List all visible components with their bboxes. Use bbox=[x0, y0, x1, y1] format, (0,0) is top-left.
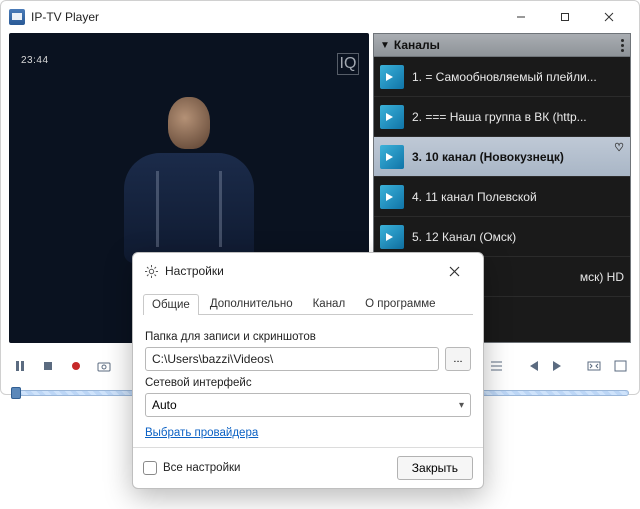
channels-header-label: Каналы bbox=[394, 38, 440, 52]
channel-item-selected[interactable]: 3. 10 канал (Новокузнецк) ♡ bbox=[374, 137, 630, 177]
all-settings-label: Все настройки bbox=[163, 462, 240, 474]
channel-thumb-icon bbox=[380, 145, 404, 169]
settings-header: Настройки bbox=[133, 253, 483, 289]
maximize-button[interactable] bbox=[543, 2, 587, 32]
settings-footer: Все настройки Закрыть bbox=[133, 447, 483, 488]
channel-label: 1. = Самообновляемый плейли... bbox=[412, 70, 597, 84]
channel-item[interactable]: 2. === Наша группа в ВК (http... bbox=[374, 97, 630, 137]
tab-general[interactable]: Общие bbox=[143, 294, 199, 315]
overlay-watermark: IQ bbox=[337, 53, 359, 75]
favorite-icon[interactable]: ♡ bbox=[614, 141, 624, 154]
channel-label: 3. 10 канал (Новокузнецк) bbox=[412, 150, 564, 164]
aspect-ratio-button[interactable] bbox=[583, 355, 605, 377]
tab-advanced[interactable]: Дополнительно bbox=[201, 293, 302, 314]
channel-label: мск) HD bbox=[580, 270, 624, 284]
seek-thumb[interactable] bbox=[11, 387, 21, 399]
titlebar: IP-TV Player bbox=[1, 1, 639, 33]
settings-dialog: Настройки Общие Дополнительно Канал О пр… bbox=[132, 252, 484, 489]
net-iface-select[interactable]: Auto ▾ bbox=[145, 393, 471, 417]
overlay-timestamp: 23:44 bbox=[21, 55, 49, 66]
choose-provider-link[interactable]: Выбрать провайдера bbox=[145, 427, 258, 439]
window-controls bbox=[499, 2, 631, 32]
channels-menu-icon[interactable] bbox=[621, 39, 624, 52]
gear-icon bbox=[143, 263, 159, 279]
screenshot-button[interactable] bbox=[93, 355, 115, 377]
channel-thumb-icon bbox=[380, 225, 404, 249]
minimize-button[interactable] bbox=[499, 2, 543, 32]
video-frame-content bbox=[124, 97, 254, 267]
stop-button[interactable] bbox=[37, 355, 59, 377]
net-iface-value: Auto bbox=[152, 398, 177, 412]
channel-thumb-icon bbox=[380, 185, 404, 209]
chevron-down-icon: ▾ bbox=[459, 400, 464, 411]
all-settings-checkbox[interactable] bbox=[143, 461, 157, 475]
channel-item[interactable]: 5. 12 Канал (Омск) bbox=[374, 217, 630, 257]
tab-about[interactable]: О программе bbox=[356, 293, 444, 314]
browse-button[interactable]: ... bbox=[445, 347, 471, 371]
channel-thumb-icon bbox=[380, 105, 404, 129]
settings-tabs: Общие Дополнительно Канал О программе bbox=[133, 289, 483, 314]
record-button[interactable] bbox=[65, 355, 87, 377]
record-path-label: Папка для записи и скриншотов bbox=[145, 331, 471, 343]
next-channel-button[interactable] bbox=[547, 355, 569, 377]
channels-header[interactable]: ▼ Каналы bbox=[373, 33, 631, 57]
settings-title: Настройки bbox=[165, 264, 224, 278]
close-window-button[interactable] bbox=[587, 2, 631, 32]
collapse-arrow-icon: ▼ bbox=[380, 40, 390, 51]
channel-thumb-icon bbox=[380, 65, 404, 89]
net-iface-label: Сетевой интерфейс bbox=[145, 377, 471, 389]
fullscreen-button[interactable] bbox=[609, 355, 631, 377]
channel-label: 2. === Наша группа в ВК (http... bbox=[412, 110, 587, 124]
pause-button[interactable] bbox=[9, 355, 31, 377]
record-path-input[interactable] bbox=[145, 347, 439, 371]
settings-close-icon[interactable] bbox=[449, 266, 473, 277]
channel-item[interactable]: 1. = Самообновляемый плейли... bbox=[374, 57, 630, 97]
channel-label: 4. 11 канал Полевской bbox=[412, 190, 537, 204]
settings-panel: Папка для записи и скриншотов ... Сетево… bbox=[133, 315, 483, 447]
close-button[interactable]: Закрыть bbox=[397, 456, 473, 480]
list-button[interactable] bbox=[485, 355, 507, 377]
channel-label: 5. 12 Канал (Омск) bbox=[412, 230, 516, 244]
prev-channel-button[interactable] bbox=[521, 355, 543, 377]
app-icon bbox=[9, 9, 25, 25]
window-title: IP-TV Player bbox=[31, 10, 99, 24]
tab-channel[interactable]: Канал bbox=[304, 293, 355, 314]
channel-item[interactable]: 4. 11 канал Полевской bbox=[374, 177, 630, 217]
